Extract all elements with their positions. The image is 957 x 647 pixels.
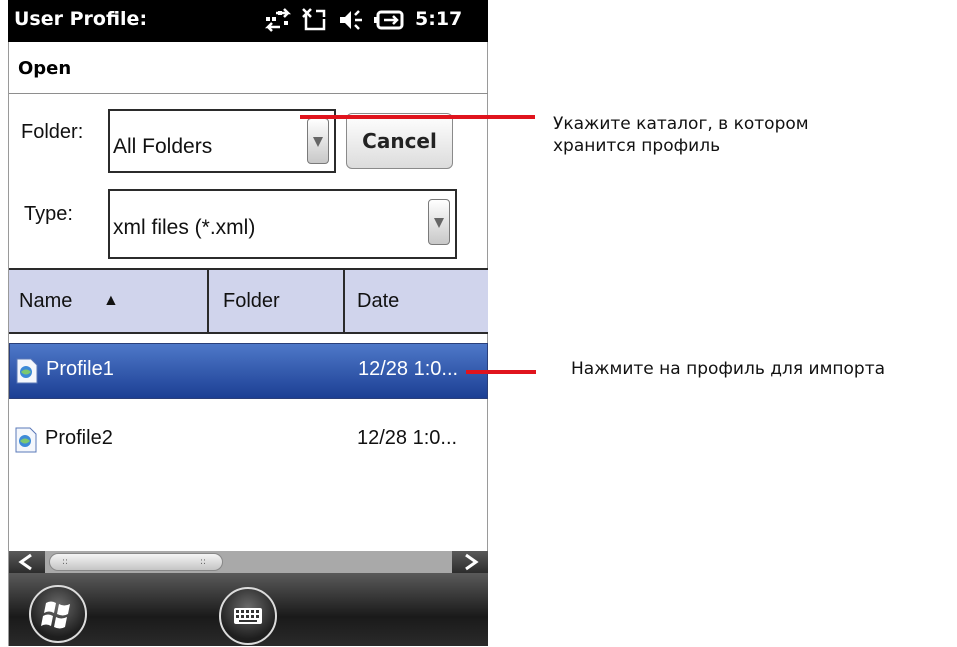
scroll-left-button[interactable] bbox=[9, 551, 45, 573]
folder-dropdown-button[interactable] bbox=[307, 118, 329, 164]
folder-annotation: Укажите каталог, в котором хранится проф… bbox=[553, 114, 809, 156]
cancel-button[interactable]: Cancel bbox=[346, 113, 453, 169]
type-dropdown-button[interactable] bbox=[428, 199, 450, 245]
type-select-value: xml files (*.xml) bbox=[113, 216, 256, 239]
windows-start-button[interactable] bbox=[29, 585, 87, 643]
speaker-icon bbox=[340, 10, 362, 30]
type-select[interactable]: xml files (*.xml) bbox=[108, 189, 457, 259]
type-label: Type: bbox=[24, 203, 73, 225]
folder-select-value: All Folders bbox=[113, 135, 213, 158]
folder-callout-line bbox=[300, 115, 535, 119]
column-header-label: Name bbox=[19, 290, 73, 312]
column-header-name[interactable]: Name ▲ bbox=[9, 270, 207, 332]
folder-label: Folder: bbox=[21, 121, 84, 143]
divider bbox=[9, 93, 488, 94]
column-header-label: Folder bbox=[223, 290, 280, 312]
connectivity-icon bbox=[264, 8, 292, 32]
list-header: Name ▲ Folder Date bbox=[9, 268, 488, 334]
clock: 5:17 bbox=[415, 8, 463, 30]
file-date: 12/28 1:0... bbox=[358, 358, 459, 380]
dialog-heading: Open bbox=[18, 58, 72, 79]
xml-file-icon bbox=[15, 427, 37, 453]
file-date: 12/28 1:0... bbox=[357, 427, 458, 449]
xml-file-icon bbox=[16, 358, 38, 384]
column-header-folder[interactable]: Folder bbox=[209, 270, 343, 332]
window-title: User Profile: bbox=[14, 8, 148, 30]
sort-ascending-icon: ▲ bbox=[103, 292, 119, 309]
file-name: Profile2 bbox=[45, 427, 113, 449]
status-bar: User Profile: 5:17 bbox=[8, 0, 488, 42]
chevron-left-icon bbox=[18, 553, 32, 571]
list-item[interactable]: Profile2 12/28 1:0... bbox=[9, 413, 488, 469]
profile-callout-line bbox=[466, 370, 536, 374]
keyboard-icon bbox=[234, 608, 262, 624]
windows-start-icon bbox=[41, 601, 70, 629]
keyboard-button[interactable] bbox=[219, 587, 277, 645]
soft-key-bar bbox=[9, 573, 488, 646]
sync-icon bbox=[302, 8, 326, 31]
chevron-right-icon bbox=[465, 553, 479, 571]
chevron-down-icon bbox=[434, 218, 444, 228]
column-header-label: Date bbox=[357, 290, 400, 312]
file-name: Profile1 bbox=[46, 358, 114, 380]
scroll-right-button[interactable] bbox=[452, 551, 488, 573]
chevron-down-icon bbox=[313, 137, 323, 147]
horizontal-scrollbar[interactable]: :::: bbox=[9, 551, 488, 573]
list-item[interactable]: Profile1 12/28 1:0... bbox=[9, 343, 488, 399]
battery-icon bbox=[374, 10, 404, 30]
profile-annotation: Нажмите на профиль для импорта bbox=[571, 359, 886, 379]
column-header-date[interactable]: Date bbox=[345, 270, 486, 332]
scroll-thumb[interactable]: :::: bbox=[49, 553, 223, 571]
